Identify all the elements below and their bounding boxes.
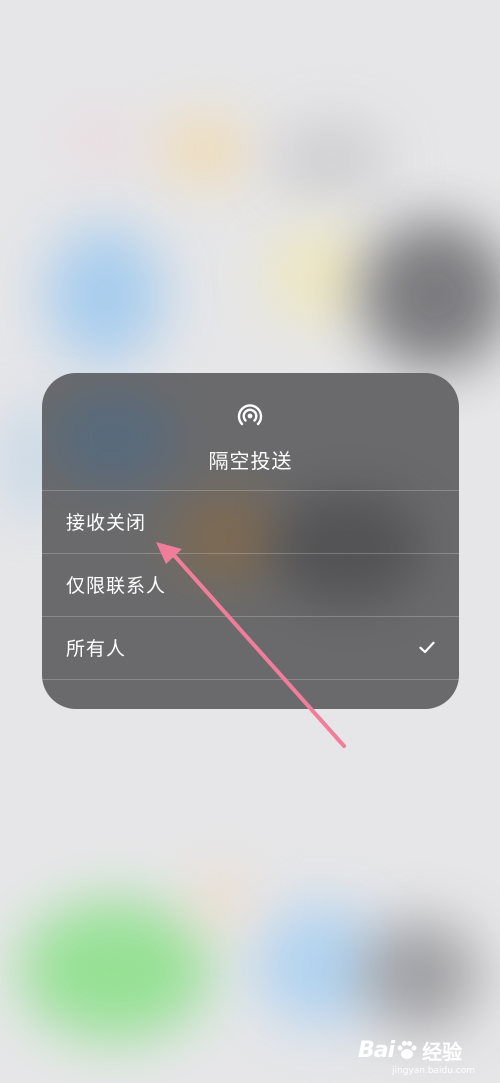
watermark-name: 经验 [422, 1039, 463, 1064]
blurred-app-icon [60, 110, 140, 170]
blurred-dock-icon [190, 870, 250, 930]
blurred-dock-icon [360, 920, 480, 1030]
watermark-brand: Bai [358, 1037, 395, 1063]
option-receiving-off[interactable]: 接收关闭 [42, 491, 459, 553]
blurred-app-icon [270, 120, 390, 200]
option-label: 所有人 [66, 638, 127, 660]
option-label: 仅限联系人 [66, 575, 167, 597]
blurred-app-icon [360, 220, 500, 370]
option-everyone[interactable]: 所有人 [42, 617, 459, 679]
option-contacts-only[interactable]: 仅限联系人 [42, 554, 459, 616]
watermark-url: jingyan.baidu.com [392, 1066, 476, 1076]
airdrop-menu: 隔空投送 接收关闭 仅限联系人 所有人 [42, 373, 459, 709]
airdrop-menu-title: 隔空投送 [208, 449, 293, 473]
blurred-dock-icon [20, 900, 210, 1040]
baidu-jingyan-watermark: Bai 经验 [358, 1030, 462, 1070]
airdrop-icon [237, 404, 263, 426]
checkmark-icon [419, 641, 435, 654]
blurred-app-icon [45, 225, 165, 365]
airdrop-menu-header: 隔空投送 [42, 373, 459, 490]
blurred-app-icon [160, 115, 250, 185]
paw-icon [397, 1041, 417, 1059]
blurred-app-icon [265, 225, 375, 325]
divider [42, 679, 459, 680]
option-label: 接收关闭 [66, 512, 147, 534]
